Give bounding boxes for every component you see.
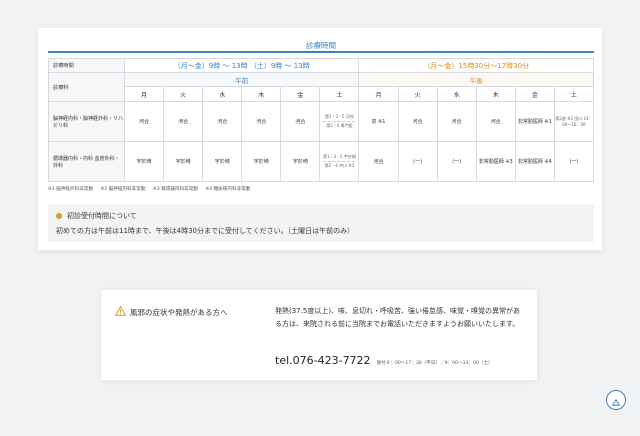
- hours-label: 診療時間: [48, 58, 125, 73]
- day-header: 土: [553, 86, 595, 102]
- schedule-cell: (一): [436, 141, 477, 182]
- day-header: 火: [397, 86, 438, 102]
- pm-hours: （月～金）15時30分～17時30分: [358, 58, 594, 73]
- bullet-dot-icon: [56, 213, 62, 219]
- phone-hours: 受付９：00～17：30（平日）／9：00～13：00（土）: [376, 361, 493, 366]
- schedule-cell: 河合: [280, 101, 321, 142]
- schedule-cell: 河合: [123, 101, 165, 142]
- day-header: 月: [358, 86, 399, 102]
- schedule-title: 診療時間: [306, 41, 336, 50]
- schedule-cell: (一): [397, 141, 438, 182]
- title-divider: [48, 51, 594, 53]
- schedule-cell: 宇於崎: [123, 141, 165, 182]
- am-header: 午前: [123, 72, 360, 87]
- schedule-cell: 非常勤医師 ※1: [514, 101, 555, 142]
- schedule-cell: 宇於崎: [202, 141, 243, 182]
- day-header: 土: [319, 86, 360, 102]
- note: ※1 脳神経外科非常勤: [48, 187, 93, 192]
- sat-sub-top: 第1・3・5 河合: [324, 114, 354, 119]
- sat-sub-top: 第1・3・5 宇於崎: [322, 154, 356, 159]
- dept-label: 診療科: [48, 72, 125, 102]
- first-visit-heading: 初診受付時間について: [56, 211, 137, 221]
- dept-name: 循環器内科・内科 血管外科・外科: [48, 141, 125, 182]
- am-hours: （月～金）9時 ～ 13時 （土）9時 ～ 13時: [123, 58, 360, 73]
- schedule-cell: 宇於崎: [280, 141, 321, 182]
- first-visit-box: 初診受付時間について 初めての方は午前は11時まで、午後は4時30分までに受付し…: [48, 204, 594, 242]
- fever-body: 発熱(37.5度以上)、咳、息切れ・呼吸苦、強い倦怠感、味覚・嗅覚の異常がある方…: [275, 307, 521, 328]
- schedule-cell: 河合: [202, 101, 243, 142]
- fever-notice-card: 風邪の症状や発熱がある方へ 発熱(37.5度以上)、咳、息切れ・呼吸苦、強い倦怠…: [101, 290, 537, 380]
- warning-icon: [114, 305, 127, 318]
- schedule-cell: 泉 ※1: [358, 101, 399, 142]
- day-header: 木: [241, 86, 282, 102]
- day-header: 月: [123, 86, 165, 102]
- fever-heading: 風邪の症状や発熱がある方へ: [114, 305, 228, 318]
- note: ※4 糖尿病内科非常勤: [205, 187, 251, 192]
- sat-sub-bottom: 第2・4 中川 ※3: [324, 163, 355, 168]
- schedule-cell-sat: 第1・3・5 河合 第2・4 専門医: [319, 101, 360, 142]
- schedule-table: 診療時間 （月～金）9時 ～ 13時 （土）9時 ～ 13時 （月～金）15時3…: [48, 58, 595, 182]
- fever-title: 風邪の症状や発熱がある方へ: [130, 307, 228, 317]
- dept-name: 脳神経内科・脳神経外科・リハビリ科: [48, 101, 125, 142]
- schedule-cell: 河合: [241, 101, 282, 142]
- phone-line: tel.076-423-7722 受付９：00～17：30（平日）／9：00～1…: [275, 354, 493, 367]
- schedule-cell: 河合: [475, 101, 516, 142]
- sub-divider: [323, 161, 356, 162]
- phone-number[interactable]: tel.076-423-7722: [275, 354, 371, 367]
- note: ※3 循環器内科非常勤: [152, 187, 198, 192]
- back-to-top-button[interactable]: [606, 390, 626, 410]
- table-row: 循環器内科・内科 血管外科・外科 宇於崎 宇於崎 宇於崎 宇於崎 宇於崎 第1・…: [48, 141, 595, 182]
- day-header: 水: [202, 86, 243, 102]
- schedule-cell: 河合: [436, 101, 477, 142]
- schedule-notes: ※1 脳神経外科非常勤 ※2 脳神経内科非常勤 ※3 循環器内科非常勤 ※4 糖…: [48, 186, 594, 192]
- schedule-card: 診療時間 診療時間 （月～金）9時 ～ 13時 （土）9時 ～ 13時 （月～金…: [38, 28, 602, 250]
- schedule-cell-sat: (一): [553, 141, 595, 182]
- schedule-cell: 非常勤医師 ※3: [475, 141, 516, 182]
- sat-sub-bottom: 第2・4 専門医: [326, 123, 353, 128]
- day-header: 金: [280, 86, 321, 102]
- schedule-cell: 宇於崎: [241, 141, 282, 182]
- first-visit-text: 初めての方は午前は11時まで、午後は4時30分までに受付してください。（土曜日は…: [56, 227, 355, 235]
- schedule-cell-sat: 第1・3・5 宇於崎 第2・4 中川 ※3: [319, 141, 360, 182]
- day-header: 水: [436, 86, 477, 102]
- schedule-cell-sat: 第2週 ※2 田口 14：00～16：00: [553, 101, 595, 142]
- first-visit-title: 初診受付時間について: [67, 212, 137, 220]
- day-header: 木: [475, 86, 516, 102]
- note: ※2 脳神経内科非常勤: [100, 187, 146, 192]
- day-header: 金: [514, 86, 555, 102]
- day-header: 火: [163, 86, 204, 102]
- schedule-cell: 非常勤医師 ※4: [514, 141, 555, 182]
- schedule-cell: 宇於崎: [163, 141, 204, 182]
- schedule-cell: 河合: [397, 101, 438, 142]
- sub-divider: [323, 121, 356, 122]
- schedule-cell: 河合: [163, 101, 204, 142]
- arrow-up-icon: [611, 391, 621, 410]
- table-row: 脳神経内科・脳神経外科・リハビリ科 河合 河合 河合 河合 河合 第1・3・5 …: [48, 101, 595, 142]
- pm-header: 午後: [358, 72, 594, 87]
- schedule-cell: 河合: [358, 141, 399, 182]
